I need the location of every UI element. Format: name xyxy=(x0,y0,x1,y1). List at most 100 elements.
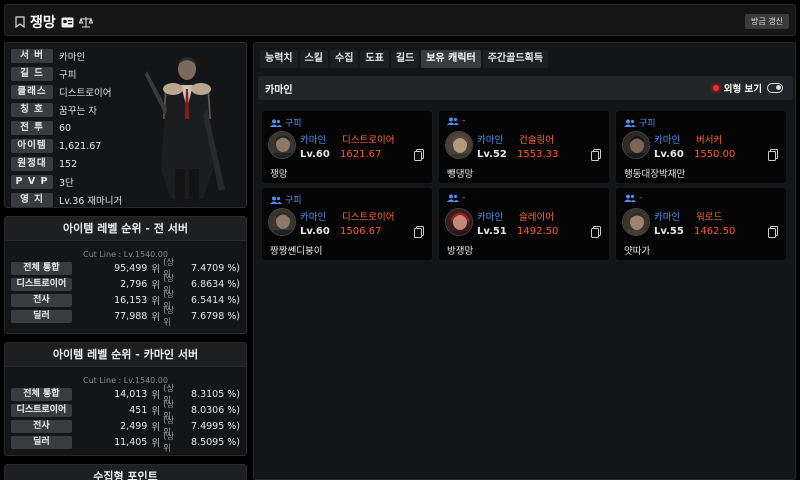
info-value: 3단 xyxy=(59,178,74,189)
info-value: 디스트로이어 xyxy=(59,88,112,99)
tab-guild[interactable]: 길드 xyxy=(390,50,420,68)
character-portrait xyxy=(145,57,225,201)
character-card-icon[interactable] xyxy=(61,17,74,28)
character-server: 카마인 xyxy=(477,212,504,223)
rank-unit: 위 xyxy=(151,280,161,291)
tab-weekly-gold[interactable]: 주간골드획득 xyxy=(482,50,548,68)
rank-panel-all-servers: 아이템 레벨 순위 - 전 서버 Cut Line : Lv.1540.00 전… xyxy=(4,216,247,334)
cutline-text: Cut Line : Lv.1540.00 xyxy=(83,376,168,385)
panel-title: 수집형 포인트 xyxy=(5,465,246,480)
character-level: Lv.55 xyxy=(654,226,684,237)
info-value: 꿈꾸는 자 xyxy=(59,106,97,117)
info-row-title: 칭 호 꿈꾸는 자 xyxy=(11,103,97,117)
copy-icon[interactable] xyxy=(768,226,778,238)
guild-label: 구피 xyxy=(270,193,302,206)
rank-label: 전사 xyxy=(11,419,72,433)
rank-percent: 8.0306 %) xyxy=(191,404,240,416)
character-card[interactable]: 구피 카마인 디스트로이어 Lv.60 1506.67 짱짱쎈디붕이 xyxy=(262,188,432,260)
character-name: 짱짱쎈디붕이 xyxy=(270,246,323,257)
character-level: Lv.52 xyxy=(477,149,507,160)
refresh-button[interactable]: 방금 갱신 xyxy=(745,14,789,29)
top-bar: 쟁망 방금 갱신 xyxy=(4,4,796,36)
server-name: 카마인 xyxy=(265,85,293,96)
guild-members-icon xyxy=(624,194,636,202)
character-item-level: 1553.33 xyxy=(517,149,559,160)
character-card[interactable]: - 카마인 건슬링어 Lv.52 1553.33 뺑댕망 xyxy=(439,111,609,183)
info-row-expedition: 원정대 152 xyxy=(11,157,77,171)
info-label: 칭 호 xyxy=(11,103,53,117)
rank-number: 2,499 xyxy=(120,420,148,432)
tab-chart[interactable]: 도표 xyxy=(360,50,389,68)
status-dot-icon xyxy=(712,85,719,91)
rank-number: 77,988 xyxy=(114,310,148,322)
info-value: 1,621.67 xyxy=(59,140,102,152)
character-item-level: 1462.50 xyxy=(694,226,736,237)
scale-icon[interactable] xyxy=(78,16,93,28)
guild-members-icon xyxy=(447,117,459,125)
info-label: 영 지 xyxy=(11,193,53,207)
character-avatar xyxy=(268,208,296,236)
rank-percent: 7.4995 %) xyxy=(191,420,240,432)
rank-unit: 위 xyxy=(151,406,161,417)
character-server: 카마인 xyxy=(654,212,681,223)
appearance-toggle[interactable]: 외형 보기 xyxy=(712,81,783,95)
copy-icon[interactable] xyxy=(591,149,601,161)
rank-row: 딜러 11,405 위 (상위 8.5095 %) xyxy=(11,432,240,454)
rank-label: 디스트로이어 xyxy=(11,403,72,417)
guild-members-icon xyxy=(270,119,282,127)
character-card[interactable]: - 카마인 워로드 Lv.55 1462.50 얏따가 xyxy=(616,188,786,260)
copy-icon[interactable] xyxy=(414,226,424,238)
info-row-pvp: P V P 3단 xyxy=(11,175,74,189)
rank-unit: 위 xyxy=(151,438,161,449)
guild-name: - xyxy=(639,193,643,203)
right-panel: 능력치 스킬 수집 도표 길드 보유 캐릭터 주간골드획득 카마인 외형 보기 … xyxy=(253,42,796,480)
character-class: 슬레이어 xyxy=(519,212,554,223)
character-class: 디스트로이어 xyxy=(342,212,395,223)
toggle-switch-icon[interactable] xyxy=(767,83,783,93)
title-group: 쟁망 xyxy=(15,12,93,32)
info-value: 카마인 xyxy=(59,52,86,63)
appearance-label: 외형 보기 xyxy=(723,84,762,95)
character-name: 얏따가 xyxy=(624,246,651,257)
panel-title: 아이템 레벨 순위 - 전 서버 xyxy=(5,217,246,241)
rank-row: 전사 2,499 위 (상위 7.4995 %) xyxy=(11,416,240,438)
rank-percent: 7.6798 %) xyxy=(191,310,240,322)
panel-title: 아이템 레벨 순위 - 카마인 서버 xyxy=(5,343,246,367)
tab-collection[interactable]: 수집 xyxy=(330,50,359,68)
rank-row: 디스트로이어 451 위 (상위 8.0306 %) xyxy=(11,400,240,422)
bookmark-icon[interactable] xyxy=(15,16,25,28)
cutline-text: Cut Line : Lv.1540.00 xyxy=(83,250,168,259)
rank-number: 14,013 xyxy=(114,388,148,400)
character-level: Lv.60 xyxy=(300,149,330,160)
info-label: 원정대 xyxy=(11,157,53,171)
character-card[interactable]: 구피 카마인 디스트로이어 Lv.60 1621.67 쟁망 xyxy=(262,111,432,183)
character-server: 카마인 xyxy=(654,135,681,146)
rank-percent: 7.4709 %) xyxy=(191,262,240,274)
copy-icon[interactable] xyxy=(414,149,424,161)
rank-label: 전체 통합 xyxy=(11,387,72,401)
rank-row: 디스트로이어 2,796 위 (상위 6.8634 %) xyxy=(11,274,240,296)
copy-icon[interactable] xyxy=(768,149,778,161)
copy-icon[interactable] xyxy=(591,226,601,238)
rank-number: 95,499 xyxy=(114,262,148,274)
character-item-level: 1550.00 xyxy=(694,149,736,160)
rank-row: 전체 통합 14,013 위 (상위 8.3105 %) xyxy=(11,384,240,406)
character-name: 뺑댕망 xyxy=(447,169,474,180)
info-label: 서 버 xyxy=(11,49,53,63)
guild-label: 구피 xyxy=(624,116,656,129)
collect-point-panel: 수집형 포인트 xyxy=(4,464,247,480)
guild-name: - xyxy=(462,116,466,126)
rank-unit: 위 xyxy=(151,422,161,433)
info-value: Lv.36 재마니거 xyxy=(59,196,123,207)
character-card[interactable]: - 카마인 슬레이어 Lv.51 1492.50 방쟁망 xyxy=(439,188,609,260)
guild-name: 구피 xyxy=(285,119,302,129)
tab-characters[interactable]: 보유 캐릭터 xyxy=(421,50,481,68)
tab-stats[interactable]: 능력치 xyxy=(260,50,298,68)
profile-card: 서 버 카마인 길 드 구피 클래스 디스트로이어 칭 호 꿈꾸는 자 전 투 60 아이… xyxy=(4,42,247,208)
character-item-level: 1621.67 xyxy=(340,149,382,160)
character-card[interactable]: 구피 카마인 버서커 Lv.60 1550.00 행동대장박재만 xyxy=(616,111,786,183)
info-label: 클래스 xyxy=(11,85,53,99)
character-item-level: 1506.67 xyxy=(340,226,382,237)
rank-percent: 6.8634 %) xyxy=(191,278,240,290)
tab-skills[interactable]: 스킬 xyxy=(299,50,329,68)
